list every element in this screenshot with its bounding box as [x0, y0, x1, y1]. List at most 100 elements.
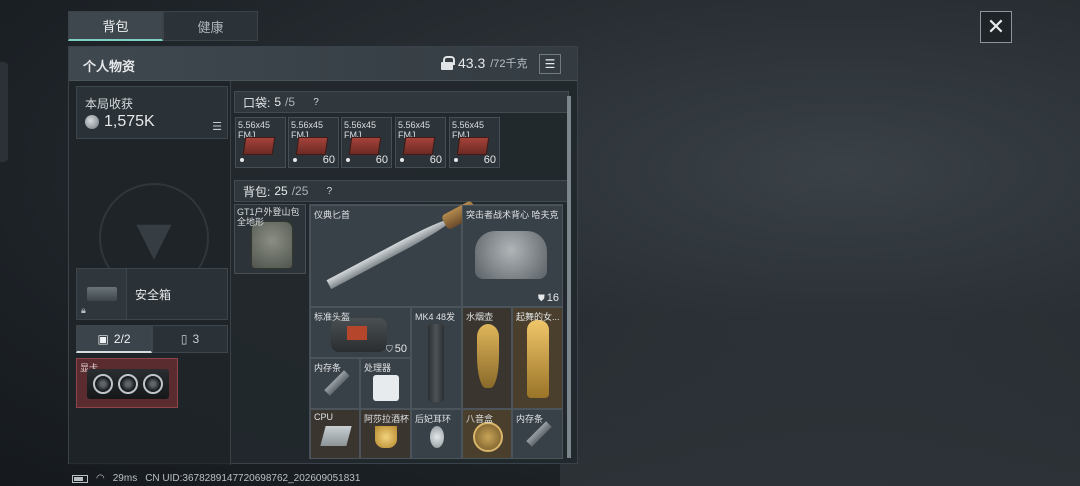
- income-label: 本局收获: [85, 97, 134, 111]
- tab-battery[interactable]: ▯ 3: [152, 325, 228, 353]
- list-view-button[interactable]: ☰: [539, 54, 561, 74]
- safe-box-slot[interactable]: 🔒︎ 安全箱: [76, 268, 228, 320]
- status-dot: [293, 158, 297, 162]
- pocket-slot[interactable]: 5.56x45 FMJ 60: [449, 117, 500, 168]
- memory-image: [324, 370, 350, 396]
- toolbox-icon: ▣: [97, 331, 109, 346]
- ammo-box-icon: [456, 137, 490, 155]
- backpack-total: /25: [291, 184, 309, 198]
- scrollbar[interactable]: [567, 96, 571, 458]
- top-tabs: 背包 健康: [68, 11, 258, 41]
- backpack-count: 25: [274, 184, 288, 198]
- panel-title: 个人物资: [83, 59, 136, 74]
- close-button[interactable]: ✕: [980, 11, 1012, 43]
- grid-item-hookah[interactable]: 水烟壶: [462, 307, 512, 409]
- backpack-equip-slot[interactable]: GT1户外登山包 全地形: [234, 204, 306, 274]
- income-value: 1,575K: [104, 113, 155, 130]
- scrollbar-thumb[interactable]: [567, 96, 571, 458]
- grid-item-cup[interactable]: 阿莎拉酒杯: [360, 409, 411, 459]
- gpu-image: [87, 369, 169, 399]
- status-dot: [240, 158, 244, 162]
- income-menu-icon[interactable]: ☰: [212, 120, 222, 133]
- list-icon: ☰: [544, 57, 556, 71]
- wifi-icon: ◠: [96, 473, 105, 484]
- status-dot: [346, 158, 350, 162]
- durability: ⛉ 50: [385, 343, 407, 355]
- item-name: 阿莎拉酒杯: [364, 414, 410, 424]
- statue-image: [527, 320, 549, 398]
- grid-item-cpu[interactable]: CPU: [310, 409, 360, 459]
- battery-count: 3: [192, 332, 200, 346]
- toolbox-count: 2/2: [113, 331, 131, 346]
- magazine-image: [428, 324, 444, 402]
- item-name: 内存条: [314, 363, 342, 373]
- earring-image: [430, 426, 444, 448]
- right-column: 口袋: 5/5 ? 5.56x45 FMJ 5.56x45 FMJ 60 5.56x…: [231, 81, 577, 465]
- close-icon: ✕: [986, 14, 1006, 39]
- cup-image: [375, 426, 397, 448]
- backpack-grid: 仪典匕首 突击者战术背心 哈夫克 ⛊ 16 标准头盔 ⛉ 50 MK4 48发 水烟壶 …: [309, 204, 563, 459]
- grid-item-statue[interactable]: 起舞的女...: [512, 307, 563, 409]
- income-value-row: 1,575K: [85, 113, 155, 131]
- music-box-image: [473, 422, 503, 452]
- background-floor: [560, 316, 1080, 486]
- backpack-label: 背包:: [243, 184, 271, 199]
- item-name: 仪典匕首: [314, 210, 351, 220]
- tab-health[interactable]: 健康: [163, 11, 258, 41]
- item-name: 内存条: [516, 414, 544, 424]
- grid-item-memory-2[interactable]: 内存条: [512, 409, 563, 459]
- item-qty: 60: [483, 154, 496, 166]
- hookah-image: [477, 324, 499, 388]
- ping: 29ms: [112, 473, 138, 484]
- weight-current: 43.3: [458, 55, 486, 71]
- backpack-header: 背包: 25/25 ?: [234, 180, 569, 202]
- pocket-header: 口袋: 5/5 ?: [234, 91, 569, 113]
- shield-icon: ⛉: [385, 343, 393, 354]
- safe-box-label: 安全箱: [135, 288, 172, 302]
- grid-item-memory[interactable]: 内存条: [310, 358, 360, 409]
- pocket-slot[interactable]: 5.56x45 FMJ 60: [341, 117, 392, 168]
- grid-item-vest[interactable]: 突击者战术背心 哈夫克 ⛊ 16: [462, 205, 563, 307]
- grid-item-magazine[interactable]: MK4 48发: [411, 307, 462, 409]
- item-name: 突击者战术背心 哈夫克: [466, 210, 559, 220]
- status-bar: ◠ 29ms CN UID:3678289147720698762_202609…: [72, 473, 360, 484]
- pocket-help-icon[interactable]: ?: [309, 95, 323, 109]
- grid-item-processor[interactable]: 处理器: [360, 358, 411, 409]
- left-column: 本局收获 1,575K ☰ ▼ 🔒︎ 安全箱 ▣ 2/2 ▯ 3 显卡: [69, 81, 231, 465]
- item-name: 起舞的女...: [516, 312, 560, 322]
- gpu-item[interactable]: 显卡: [76, 358, 178, 408]
- pocket-total: /5: [285, 95, 296, 109]
- pocket-slot[interactable]: 5.56x45 FMJ: [235, 117, 286, 168]
- grid-item-music-box[interactable]: 八音盒: [462, 409, 512, 459]
- grid-item-dagger[interactable]: 仪典匕首: [310, 205, 462, 307]
- personal-supplies-panel: 个人物资 43.3/72千克 ☰ 本局收获 1,575K ☰ ▼ 🔒︎ 安全箱 …: [68, 46, 578, 465]
- grid-item-helmet[interactable]: 标准头盔 ⛉ 50: [310, 307, 411, 358]
- ammo-box-icon: [242, 137, 276, 155]
- pocket-slot[interactable]: 5.56x45 FMJ 60: [288, 117, 339, 168]
- tab-toolbox[interactable]: ▣ 2/2: [76, 325, 152, 353]
- vest-image: [475, 231, 547, 279]
- dagger-image: [326, 216, 451, 290]
- income-card[interactable]: 本局收获 1,575K ☰: [76, 86, 228, 139]
- processor-image: [373, 375, 399, 401]
- item-qty: 60: [322, 154, 335, 166]
- ammo-box-icon: [295, 137, 329, 155]
- item-name: 后妃耳环: [415, 414, 452, 424]
- item-qty: 60: [375, 154, 388, 166]
- panel-header: 个人物资 43.3/72千克 ☰: [69, 47, 577, 81]
- uid: CN UID:3678289147720698762_202609051831: [145, 473, 361, 484]
- backpack-help-icon[interactable]: ?: [322, 184, 336, 198]
- item-qty: 60: [429, 154, 442, 166]
- ammo-box-icon: [402, 137, 436, 155]
- pocket-slot[interactable]: 5.56x45 FMJ 60: [395, 117, 446, 168]
- item-name: 标准头盔: [314, 312, 351, 322]
- item-name: 八音盒: [466, 414, 494, 424]
- lock-icon: 🔒︎: [81, 305, 86, 315]
- coin-icon: [85, 115, 99, 129]
- tab-backpack[interactable]: 背包: [68, 11, 163, 41]
- battery-icon: ▯: [180, 332, 188, 346]
- grid-item-earring[interactable]: 后妃耳环: [411, 409, 462, 459]
- ammo-box-icon: [348, 137, 382, 155]
- durability-icon: ⛊: [537, 292, 545, 303]
- left-edge-tab[interactable]: [0, 62, 8, 162]
